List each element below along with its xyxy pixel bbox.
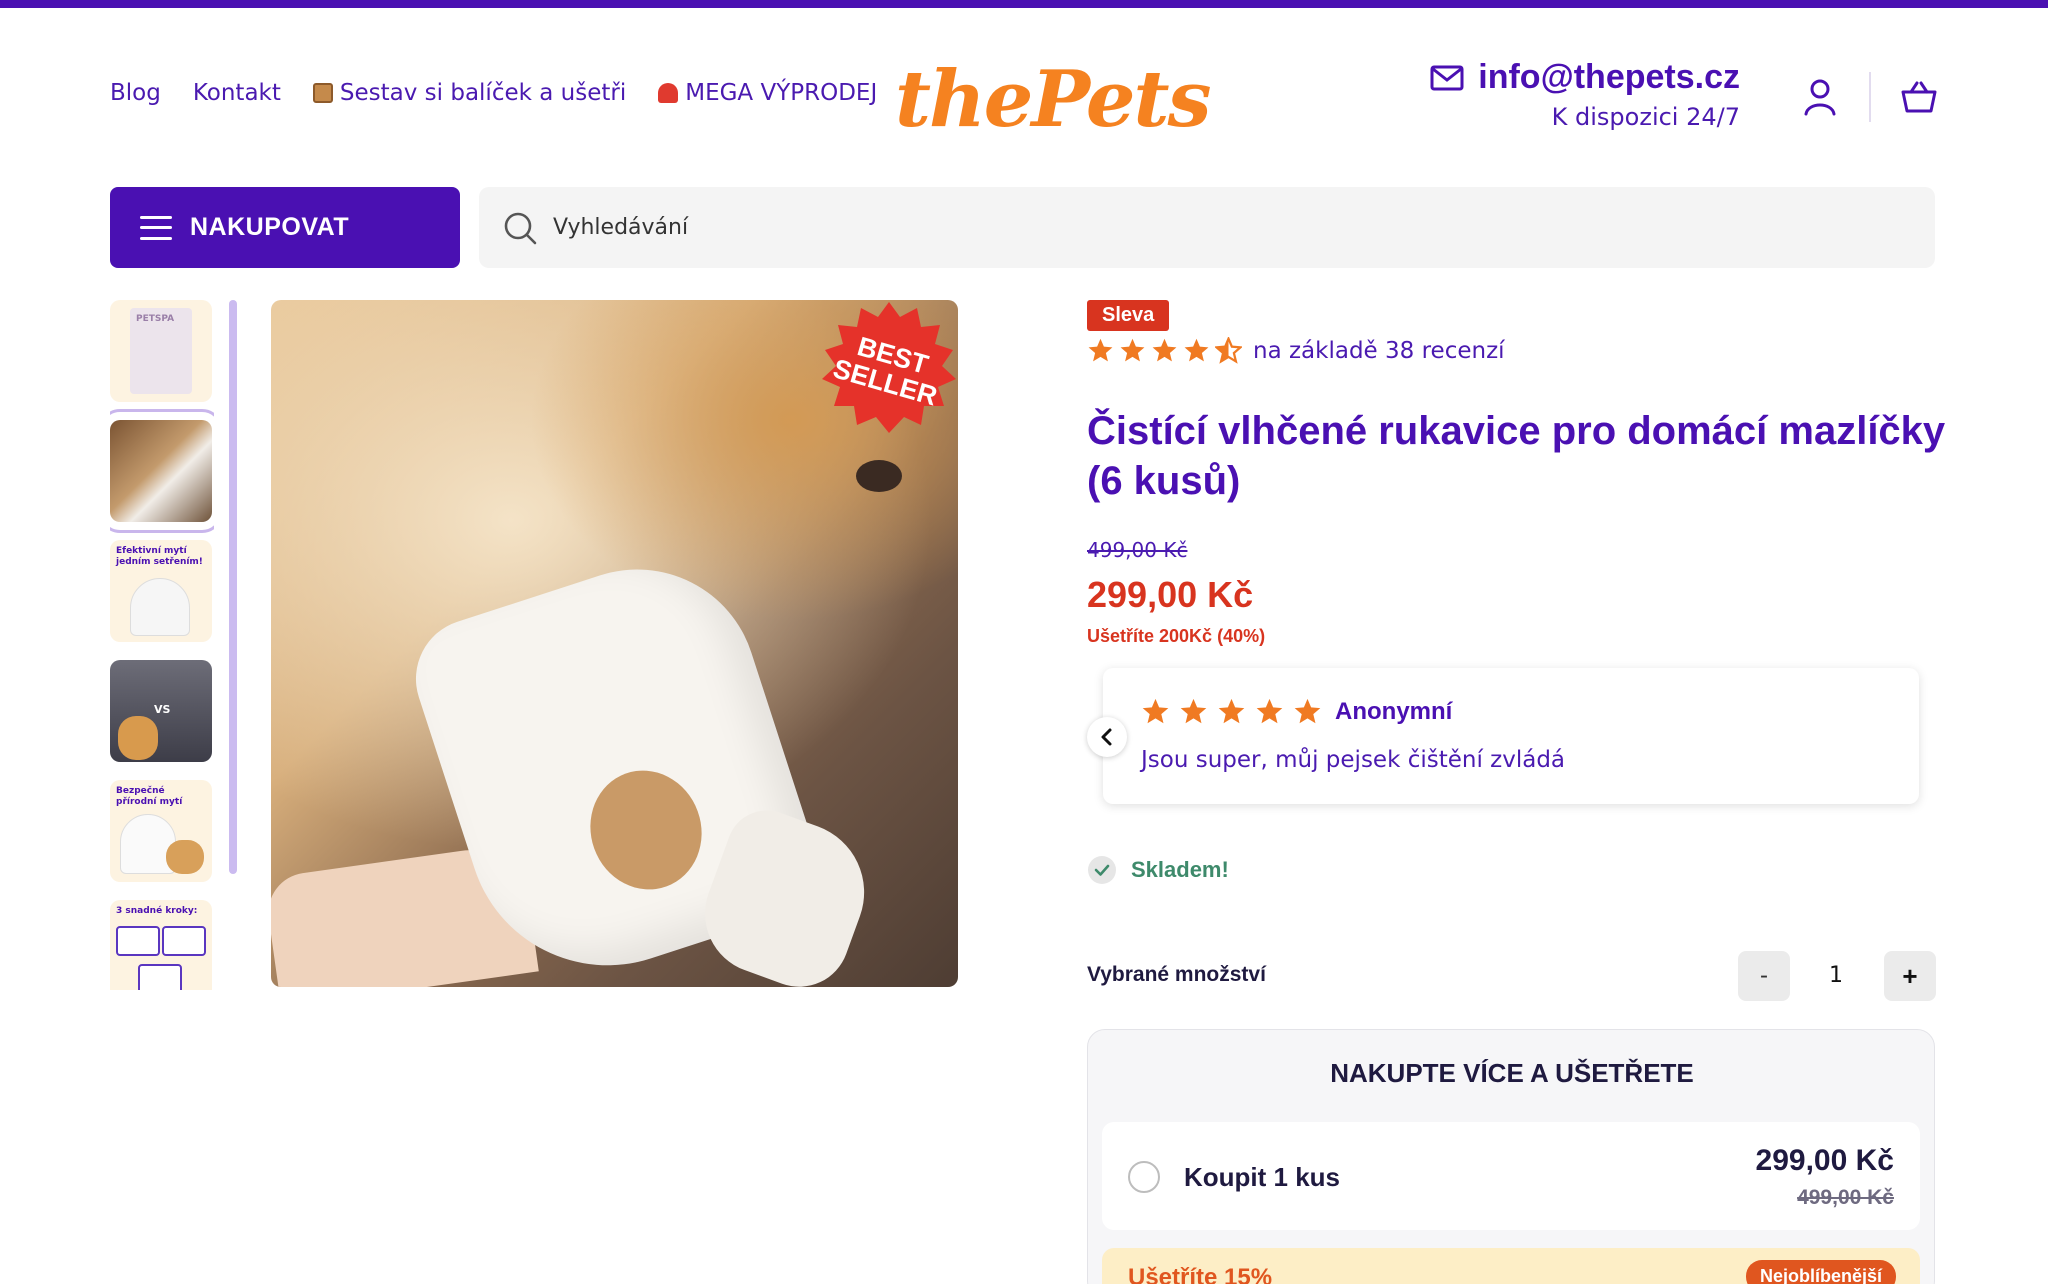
star-icon xyxy=(1088,338,1113,362)
nav-link-blog[interactable]: Blog xyxy=(110,80,161,106)
review-card xyxy=(1103,668,1919,804)
stock-text: Skladem! xyxy=(1131,857,1229,882)
nav-link-label: Kontakt xyxy=(192,80,281,106)
nav-link-label: MEGA VÝPRODEJ xyxy=(685,80,878,106)
search-bar xyxy=(479,187,1935,268)
price-savings: Ušetříte 200Kč (40%) xyxy=(1087,626,1266,646)
hamburger-icon xyxy=(140,215,172,240)
thumbnail-2[interactable] xyxy=(110,409,214,533)
thumbnail-caption: VS xyxy=(154,703,171,716)
rating-count-text: na základě 38 recenzí xyxy=(1253,337,1505,364)
nav-link-bundle[interactable]: Sestav si balíček a ušetři xyxy=(312,80,627,106)
stock-status: Skladem! xyxy=(1087,855,1229,885)
contact-email: info@thepets.cz xyxy=(1478,58,1740,96)
shop-menu-label: NAKUPOVAT xyxy=(190,213,350,241)
contact-email-link[interactable]: info@thepets.cz xyxy=(1430,58,1740,97)
bundle-option-old-price: 499,00 Kč xyxy=(1797,1186,1894,1209)
nav-link-sale[interactable]: MEGA VÝPRODEJ xyxy=(658,80,877,106)
cat-image xyxy=(118,716,158,760)
user-account-icon[interactable] xyxy=(1803,78,1837,116)
thumbnail-caption: Efektivní mytí jedním setřením! xyxy=(116,546,203,567)
contact-block: info@thepets.cz K dispozici 24/7 xyxy=(1430,58,1740,131)
best-seller-badge: BEST SELLER xyxy=(820,300,958,438)
thumbnail-4[interactable]: VS xyxy=(110,660,212,762)
search-input[interactable] xyxy=(553,215,1853,240)
cart-basket-icon[interactable] xyxy=(1901,80,1937,114)
star-icon xyxy=(1256,698,1283,724)
review-prev-button[interactable] xyxy=(1087,717,1127,757)
bundle-option-2[interactable]: Ušetříte 15% Nejoblíbenější xyxy=(1102,1248,1920,1284)
star-icon xyxy=(1294,698,1321,724)
sale-badge: Sleva xyxy=(1087,300,1170,331)
chevron-left-icon xyxy=(1101,728,1112,746)
star-half-icon xyxy=(1215,337,1242,364)
thumbnail-1[interactable]: PETSPA xyxy=(110,300,212,402)
product-rating[interactable]: na základě 38 recenzí xyxy=(1087,337,1505,364)
glove-image xyxy=(130,578,190,636)
review-author: Anonymní xyxy=(1335,697,1453,725)
header-nav: Blog Kontakt Sestav si balíček a ušetři … xyxy=(110,80,877,106)
top-accent-bar xyxy=(0,0,2048,8)
bundle-title: NAKUPTE VÍCE A UŠETŘETE xyxy=(1330,1058,1694,1088)
step-image xyxy=(116,926,160,956)
star-icon xyxy=(1120,338,1145,362)
nav-link-label: Blog xyxy=(110,80,161,106)
dog-nose-shape xyxy=(856,460,902,492)
cat-image xyxy=(166,840,204,874)
thumbnail-scrollbar[interactable] xyxy=(229,300,237,874)
star-icon xyxy=(1218,698,1245,724)
quantity-value[interactable]: 1 xyxy=(1806,951,1866,1001)
search-icon[interactable] xyxy=(503,211,537,245)
star-icon xyxy=(1180,698,1207,724)
quantity-decrease-button[interactable]: - xyxy=(1738,951,1790,1001)
shop-menu-button[interactable]: NAKUPOVAT xyxy=(110,187,460,268)
quantity-increase-button[interactable]: + xyxy=(1884,951,1936,1001)
step-image xyxy=(162,926,206,956)
contact-availability: K dispozici 24/7 xyxy=(1551,103,1740,131)
logo-text: thePets xyxy=(895,54,1211,145)
nav-link-kontakt[interactable]: Kontakt xyxy=(193,80,281,106)
thumbnail-6[interactable]: 3 snadné kroky: xyxy=(110,900,212,990)
thumbnail-caption: Bezpečné přírodní mytí xyxy=(116,786,183,807)
review-text: Jsou super, můj pejsek čištění zvládá xyxy=(1141,747,1566,773)
star-icon xyxy=(1184,338,1209,362)
package-icon xyxy=(312,83,333,103)
thumbnail-caption: PETSPA xyxy=(136,314,175,324)
bundle-option-price: 299,00 Kč xyxy=(1755,1144,1894,1177)
step-image xyxy=(138,964,182,990)
price-original: 499,00 Kč xyxy=(1087,538,1188,562)
mail-icon xyxy=(1430,65,1464,90)
header-divider xyxy=(1869,72,1871,122)
bundle-option-label: Koupit 1 kus xyxy=(1184,1162,1341,1192)
bundle-option-radio[interactable] xyxy=(1128,1161,1160,1193)
star-icon xyxy=(1152,338,1177,362)
thumbnail-5[interactable]: Bezpečné přírodní mytí xyxy=(110,780,212,882)
thumbnail-list: PETSPA Efektivní mytí jedním setřením! V… xyxy=(110,300,214,990)
review-rating: Anonymní xyxy=(1141,697,1452,726)
star-icon xyxy=(1142,698,1169,724)
bundle-option-1[interactable]: Koupit 1 kus 299,00 Kč 499,00 Kč xyxy=(1102,1122,1920,1230)
bundle-option-label: Ušetříte 15% xyxy=(1128,1264,1273,1284)
popular-badge: Nejoblíbenější xyxy=(1745,1260,1896,1284)
check-circle-icon xyxy=(1088,856,1116,884)
site-logo[interactable]: thePets xyxy=(895,48,1211,158)
thumbnail-caption: 3 snadné kroky: xyxy=(116,906,198,916)
nav-link-label: Sestav si balíček a ušetři xyxy=(339,80,627,106)
price-current: 299,00 Kč xyxy=(1087,574,1254,615)
quantity-label: Vybrané množství xyxy=(1087,963,1266,986)
bundle-offer-box: NAKUPTE VÍCE A UŠETŘETE Koupit 1 kus 299… xyxy=(1087,1029,1935,1284)
siren-icon xyxy=(658,83,679,103)
product-title: Čistící vlhčené rukavice pro domácí mazl… xyxy=(1087,409,1946,503)
thumbnail-3[interactable]: Efektivní mytí jedním setřením! xyxy=(110,540,212,642)
